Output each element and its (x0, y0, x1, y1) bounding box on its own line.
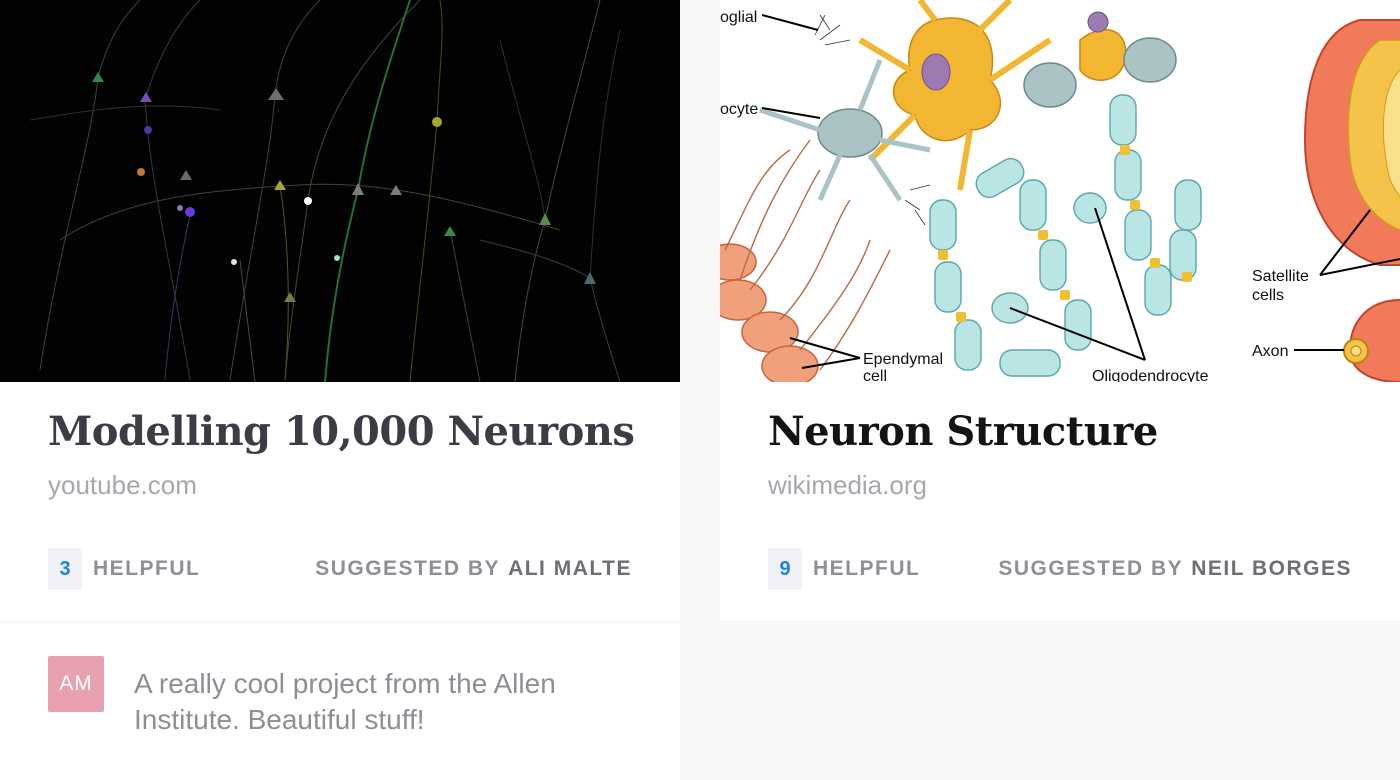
card-thumbnail-neuroglia-diagram[interactable]: oglial ocyte Ependymal cell Oligodendroc… (720, 0, 1400, 382)
suggested-by: SUGGESTED BY ALI MALTE (315, 557, 632, 581)
diagram-label-ependymal: Ependymal (863, 351, 943, 368)
card-title[interactable]: Modelling 10,000 Neurons (48, 408, 635, 455)
helpful-label[interactable]: HELPFUL (813, 557, 920, 581)
diagram-label-oligodendrocyte: Oligodendrocyte (1092, 368, 1209, 382)
neuroglia-diagram-image: oglial ocyte Ependymal cell Oligodendroc… (720, 0, 1400, 382)
helpful-label[interactable]: HELPFUL (93, 557, 200, 581)
card-thumbnail-neuron-render[interactable] (0, 0, 680, 382)
diagram-label-satellite: Satellite (1252, 268, 1309, 285)
avatar[interactable]: AM (48, 656, 104, 712)
suggested-by: SUGGESTED BY NEIL BORGES (998, 557, 1352, 581)
card-footer: 3 HELPFUL SUGGESTED BY ALI MALTE (48, 548, 632, 590)
comment-text: A really cool project from the Allen Ins… (134, 668, 556, 735)
diagram-label-microglial: oglial (720, 9, 757, 26)
card-title[interactable]: Neuron Structure (768, 408, 1158, 455)
diagram-label-astrocyte: ocyte (720, 101, 758, 118)
card-footer: 9 HELPFUL SUGGESTED BY NEIL BORGES (768, 548, 1352, 590)
helpful-count-badge[interactable]: 9 (768, 548, 802, 590)
card-domain: wikimedia.org (768, 470, 927, 500)
suggested-by-label: SUGGESTED BY (315, 557, 501, 580)
suggested-by-label: SUGGESTED BY (998, 557, 1184, 580)
suggested-by-author[interactable]: NEIL BORGES (1191, 557, 1352, 580)
neuron-render-image (0, 0, 680, 382)
suggested-by-author[interactable]: ALI MALTE (508, 557, 632, 580)
helpful-count-badge[interactable]: 3 (48, 548, 82, 590)
resource-card-neuron-structure[interactable]: oglial ocyte Ependymal cell Oligodendroc… (720, 0, 1400, 620)
diagram-label-axon: Axon (1252, 343, 1288, 360)
card-domain: youtube.com (48, 470, 197, 500)
resource-card-neurons[interactable]: Modelling 10,000 Neurons youtube.com 3 H… (0, 0, 680, 620)
diagram-label-ependymal-cell: cell (863, 368, 887, 382)
diagram-label-satellite-cells: cells (1252, 287, 1284, 304)
